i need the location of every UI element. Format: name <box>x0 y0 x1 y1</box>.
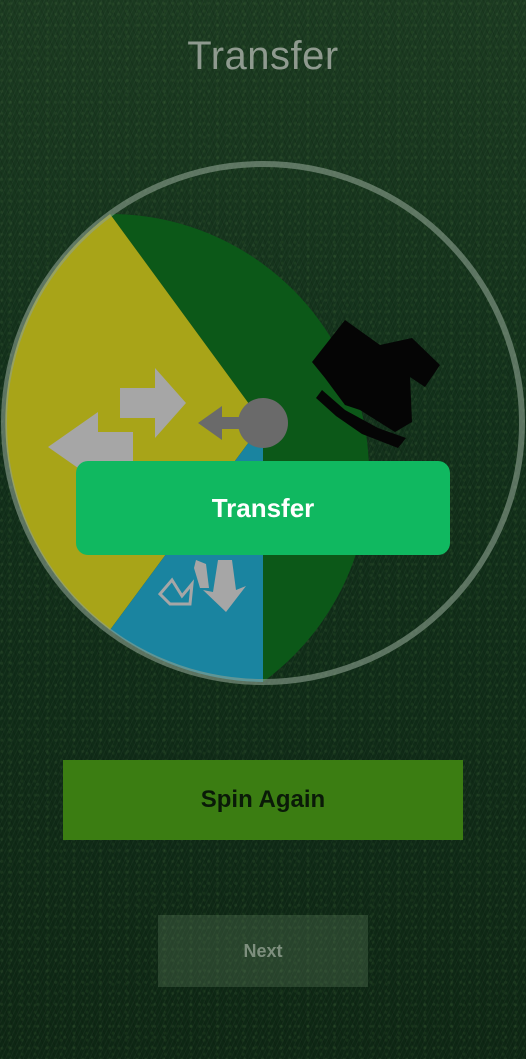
spin-again-button[interactable]: Spin Again <box>63 760 463 840</box>
spin-wheel[interactable] <box>0 160 526 690</box>
next-button[interactable]: Next <box>158 915 368 987</box>
result-banner: Transfer <box>76 461 450 555</box>
page-title: Transfer <box>187 34 339 78</box>
